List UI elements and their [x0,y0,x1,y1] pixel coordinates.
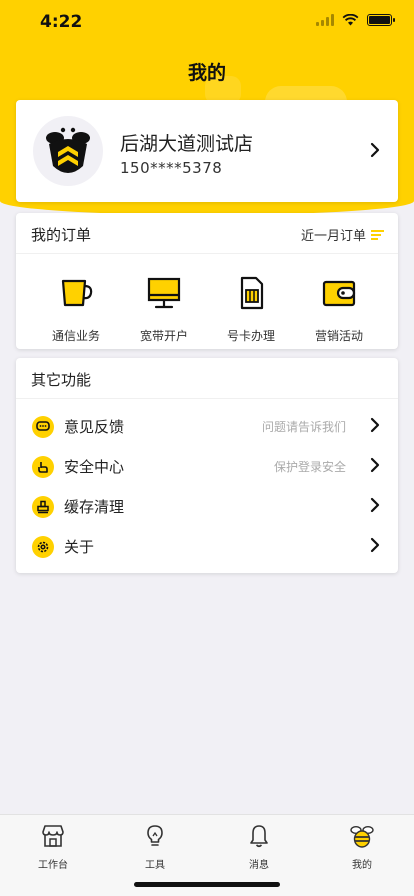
monitor-icon [147,277,181,309]
security-center-row[interactable]: 安全中心 保护登录安全 [16,448,398,488]
about-row[interactable]: 关于 [16,528,398,568]
tab-tools[interactable]: 工具 [120,823,190,871]
sim-card-icon [240,276,264,310]
bee-logo-icon [46,127,90,173]
orders-title: 我的订单 [31,226,92,244]
avatar [33,116,103,186]
orders-card: 我的订单 近一月订单 通信业务 宽带开户 号卡办理 营销活动 [16,213,398,349]
wallet-icon [322,280,356,307]
order-item-sim[interactable]: 号卡办理 [203,273,299,344]
security-center-hint: 保护登录安全 [273,460,346,474]
status-time: 4:22 [40,12,83,32]
clear-cache-label: 缓存清理 [64,498,125,516]
page-title: 我的 [187,62,226,84]
bee-icon [350,826,374,848]
cup-icon [61,279,93,307]
hand-icon [32,456,54,478]
shop-phone: 150****5378 [120,159,223,177]
clear-cache-row[interactable]: 缓存清理 [16,488,398,528]
order-item-label: 营销活动 [314,329,363,343]
recent-orders-label: 近一月订单 [300,229,366,244]
divider [16,398,398,399]
stamp-icon [32,496,54,518]
shop-name: 后湖大道测试店 [120,133,254,155]
home-indicator [134,882,280,887]
order-item-marketing[interactable]: 营销活动 [291,273,387,344]
order-item-broadband[interactable]: 宽带开户 [116,273,212,344]
chevron-right-icon [370,497,380,513]
store-icon [42,825,64,847]
bulb-icon [147,825,163,846]
order-item-telecom[interactable]: 通信业务 [28,273,124,344]
chevron-right-icon [370,417,380,433]
tab-workbench[interactable]: 工作台 [18,823,88,871]
order-item-label: 宽带开户 [139,329,188,343]
other-functions-card: 其它功能 意见反馈 问题请告诉我们 安全中心 保护登录安全 缓存清理 关于 [16,358,398,573]
security-center-label: 安全中心 [64,458,125,476]
chevron-right-icon [370,142,380,158]
tab-label: 我的 [352,860,372,871]
about-label: 关于 [64,538,95,556]
feedback-label: 意见反馈 [64,418,125,436]
list-filter-icon [371,229,384,240]
divider [16,253,398,254]
recent-orders-link[interactable]: 近一月订单 [301,225,384,244]
order-item-label: 通信业务 [51,329,100,343]
other-functions-title: 其它功能 [31,371,92,389]
gear-icon [32,536,54,558]
feedback-row[interactable]: 意见反馈 问题请告诉我们 [16,408,398,448]
tab-label: 消息 [249,860,269,871]
bell-icon [250,825,268,848]
status-bar: 4:22 [0,0,414,44]
signal-icon [316,14,334,26]
profile-card[interactable]: 后湖大道测试店 150****5378 [16,100,398,202]
tab-mine[interactable]: 我的 [327,823,397,871]
status-icons [316,14,395,26]
chat-icon [32,416,54,438]
chevron-right-icon [370,537,380,553]
chevron-right-icon [370,457,380,473]
feedback-hint: 问题请告诉我们 [261,420,346,434]
battery-icon [367,14,395,26]
tab-label: 工具 [145,860,165,871]
order-item-label: 号卡办理 [226,329,275,343]
wifi-icon [342,14,359,26]
tab-label: 工作台 [38,860,68,871]
tab-messages[interactable]: 消息 [224,823,294,871]
